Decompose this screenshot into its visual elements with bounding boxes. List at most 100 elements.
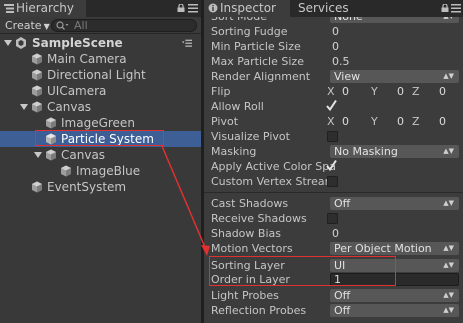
render-alignment-label: Render Alignment: [211, 70, 311, 83]
hierarchy-item-eventsystem[interactable]: EventSystem: [0, 179, 201, 195]
hierarchy-item-label: ImageBlue: [76, 164, 141, 178]
hierarchy-item-directional-light[interactable]: Directional Light: [0, 67, 201, 83]
flip-x-label[interactable]: X: [327, 84, 335, 99]
gameobject-cube-icon: [61, 165, 71, 177]
render-alignment-value: View: [334, 70, 361, 83]
hierarchy-item-main-camera[interactable]: Main Camera: [0, 51, 201, 67]
tab-hierarchy[interactable]: Hierarchy: [0, 0, 86, 17]
motion-vectors-value: Per Object Motion: [334, 242, 432, 255]
allow-roll-label: Allow Roll: [211, 100, 264, 113]
checkmark-icon[interactable]: [326, 99, 337, 112]
hierarchy-item-canvas-nested[interactable]: Canvas: [0, 147, 201, 163]
hierarchy-toolbar: Create ▼ All: [0, 17, 201, 34]
pivot-z-field[interactable]: 0: [439, 114, 446, 129]
pivot-y-field[interactable]: 0: [397, 114, 404, 129]
hierarchy-item-label: UICamera: [47, 84, 107, 98]
pivot-z-label[interactable]: Z: [412, 114, 420, 129]
masking-dropdown[interactable]: No Masking ▲▼: [330, 145, 459, 158]
min-particle-size-row: Min Particle Size 0: [204, 39, 463, 54]
particle-system-highlight-box: [35, 130, 164, 146]
light-probes-label: Light Probes: [211, 289, 279, 302]
create-dropdown-button[interactable]: Create ▼: [5, 18, 50, 33]
context-menu-icon[interactable]: [451, 3, 461, 13]
sorting-fudge-row: Sorting Fudge 0: [204, 24, 463, 39]
flip-z-label[interactable]: Z: [412, 84, 420, 99]
foldout-expanded-icon[interactable]: [4, 39, 12, 47]
max-particle-size-row: Max Particle Size 0.5: [204, 54, 463, 69]
receive-shadows-row: Receive Shadows: [204, 211, 463, 226]
min-particle-size-label: Min Particle Size: [211, 40, 301, 53]
hierarchy-item-imagegreen[interactable]: ImageGreen: [0, 115, 201, 131]
light-probes-dropdown[interactable]: Off ▲▼: [330, 289, 459, 302]
reflection-probes-value: Off: [334, 304, 351, 317]
flip-y-field[interactable]: 0: [397, 84, 404, 99]
sorting-highlight-box: [209, 256, 396, 286]
checkmark-icon[interactable]: [326, 159, 337, 172]
tab-services-label[interactable]: Services: [298, 0, 349, 17]
lock-icon[interactable]: [441, 4, 449, 12]
light-probes-value: Off: [334, 289, 351, 302]
pivot-y-label[interactable]: Y: [371, 114, 378, 129]
custom-vertex-streams-checkbox[interactable]: [327, 176, 338, 187]
scene-row[interactable]: SampleScene: [0, 35, 201, 51]
chevron-updown-icon: ▲▼: [443, 291, 454, 299]
scene-context-menu-icon[interactable]: [182, 38, 192, 48]
chevron-updown-icon: ▲▼: [443, 261, 454, 269]
pivot-label: Pivot: [211, 115, 239, 128]
hierarchy-item-label: Canvas: [61, 148, 106, 162]
masking-row: Masking No Masking ▲▼: [204, 144, 463, 159]
flip-x-field[interactable]: 0: [342, 84, 349, 99]
hierarchy-panel: Hierarchy Create ▼ All SampleScene Main …: [0, 0, 201, 323]
hierarchy-item-canvas[interactable]: Canvas: [0, 99, 201, 115]
shadow-bias-field[interactable]: 0: [332, 226, 339, 241]
visualize-pivot-row: Visualize Pivot: [204, 129, 463, 144]
gameobject-cube-icon: [32, 53, 42, 65]
pivot-row: Pivot X 0 Y 0 Z 0: [204, 114, 463, 129]
sorting-fudge-field[interactable]: 0: [332, 24, 339, 39]
motion-vectors-dropdown[interactable]: Per Object Motion ▲▼: [330, 242, 459, 255]
custom-vertex-streams-row: Custom Vertex Streams: [204, 174, 463, 189]
flip-z-field[interactable]: 0: [439, 84, 446, 99]
search-icon: [56, 21, 69, 30]
reflection-probes-dropdown[interactable]: Off ▲▼: [330, 304, 459, 317]
render-alignment-dropdown[interactable]: View ▲▼: [330, 70, 459, 83]
motion-vectors-label: Motion Vectors: [211, 242, 293, 255]
cast-shadows-value: Off: [334, 197, 351, 210]
pivot-x-label[interactable]: X: [327, 114, 335, 129]
masking-value: No Masking: [334, 145, 398, 158]
max-particle-size-field[interactable]: 0.5: [332, 54, 350, 69]
search-placeholder: All: [74, 19, 88, 32]
chevron-updown-icon: ▲▼: [443, 72, 454, 80]
pivot-x-field[interactable]: 0: [342, 114, 349, 129]
reflection-probes-label: Reflection Probes: [211, 304, 307, 317]
max-particle-size-label: Max Particle Size: [211, 55, 304, 68]
foldout-expanded-icon[interactable]: [34, 151, 42, 159]
sorting-fudge-label: Sorting Fudge: [211, 25, 288, 38]
visualize-pivot-checkbox[interactable]: [327, 131, 338, 142]
shadow-bias-row: Shadow Bias 0: [204, 226, 463, 241]
visualize-pivot-label: Visualize Pivot: [211, 130, 290, 143]
hierarchy-search-input[interactable]: All: [51, 19, 197, 32]
lock-icon[interactable]: [177, 4, 185, 12]
apply-active-color-space-label: Apply Active Color Spa: [211, 160, 336, 173]
chevron-updown-icon: ▲▼: [443, 306, 454, 314]
receive-shadows-checkbox[interactable]: [327, 213, 338, 224]
create-label: Create: [5, 19, 42, 32]
flip-y-label[interactable]: Y: [371, 84, 378, 99]
foldout-expanded-icon[interactable]: [20, 103, 28, 111]
inspector-panel: Inspector Services Sort Mode None▲▼ Insp…: [204, 0, 463, 323]
cast-shadows-dropdown[interactable]: Off ▲▼: [330, 197, 459, 210]
hierarchy-tabbar: Hierarchy: [0, 0, 201, 17]
gameobject-cube-icon: [32, 85, 42, 97]
hierarchy-item-imageblue[interactable]: ImageBlue: [0, 163, 201, 179]
cast-shadows-label: Cast Shadows: [211, 197, 289, 210]
hierarchy-item-uicamera[interactable]: UICamera: [0, 83, 201, 99]
scene-name: SampleScene: [32, 36, 123, 50]
chevron-updown-icon: ▲▼: [443, 244, 454, 252]
tab-inspector-label[interactable]: Inspector: [220, 0, 276, 17]
gameobject-cube-icon: [32, 181, 42, 193]
context-menu-icon[interactable]: [188, 3, 198, 13]
min-particle-size-field[interactable]: 0: [332, 39, 339, 54]
chevron-updown-icon: ▲▼: [443, 147, 454, 155]
flip-row: Flip X 0 Y 0 Z 0: [204, 84, 463, 99]
